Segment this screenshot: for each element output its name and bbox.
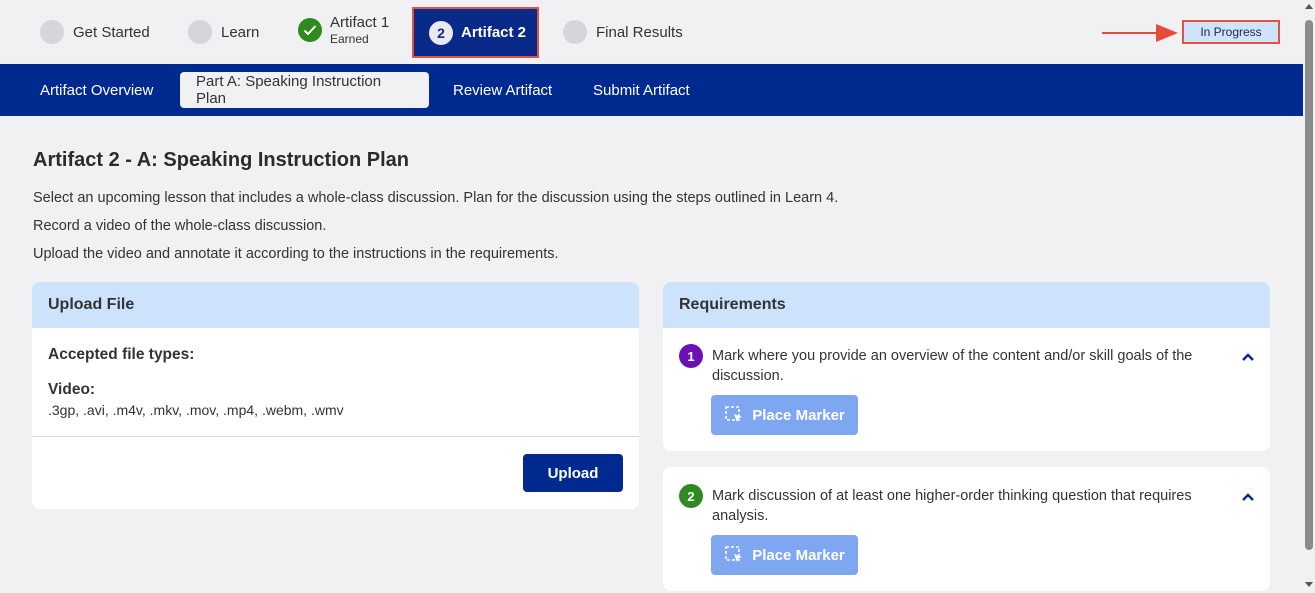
status-badge: In Progress bbox=[1182, 20, 1280, 44]
scroll-thumb[interactable] bbox=[1305, 20, 1313, 550]
tab-artifact-overview[interactable]: Artifact Overview bbox=[24, 72, 169, 108]
video-types-list: .3gp, .avi, .m4v, .mkv, .mov, .mp4, .web… bbox=[48, 402, 344, 418]
step-label: Artifact 2 bbox=[461, 24, 527, 41]
instruction-text: Upload the video and annotate it accordi… bbox=[33, 246, 559, 262]
step-get-started[interactable]: Get Started bbox=[40, 20, 150, 44]
requirement-item: 2 Mark discussion of at least one higher… bbox=[663, 467, 1270, 591]
divider bbox=[32, 436, 639, 437]
requirement-text: Mark where you provide an overview of th… bbox=[712, 348, 1193, 384]
artifact-nav: Artifact Overview Part A: Speaking Instr… bbox=[0, 64, 1303, 116]
place-marker-label: Place Marker bbox=[752, 406, 845, 424]
step-artifact-2[interactable]: 2 Artifact 2 bbox=[412, 7, 539, 58]
place-marker-button[interactable]: Place Marker bbox=[711, 535, 858, 575]
step-circle-icon bbox=[40, 20, 64, 44]
upload-card-header: Upload File bbox=[32, 282, 639, 328]
instruction-text: Record a video of the whole-class discus… bbox=[33, 218, 327, 234]
requirement-text: Mark discussion of at least one higher-o… bbox=[712, 488, 1192, 524]
step-circle-icon bbox=[563, 20, 587, 44]
marker-select-icon bbox=[725, 406, 743, 422]
checkmark-icon bbox=[298, 18, 322, 42]
tab-review-artifact[interactable]: Review Artifact bbox=[437, 72, 568, 108]
marker-select-icon bbox=[725, 546, 743, 562]
requirement-number-badge: 1 bbox=[679, 344, 703, 368]
step-label: Learn bbox=[221, 23, 260, 41]
step-label: Get Started bbox=[73, 23, 150, 41]
step-learn[interactable]: Learn bbox=[188, 20, 259, 44]
arrow-right-icon bbox=[1100, 21, 1180, 45]
requirements-card-header: Requirements bbox=[663, 282, 1270, 328]
tab-part-a[interactable]: Part A: Speaking Instruction Plan bbox=[180, 72, 429, 108]
progress-stepper: Get Started Learn Artifact 1 Earned 2 Ar… bbox=[0, 0, 1303, 64]
upload-file-card: Upload File Accepted file types: Video: … bbox=[32, 282, 639, 509]
instruction-text: Select an upcoming lesson that includes … bbox=[33, 190, 839, 206]
place-marker-label: Place Marker bbox=[752, 546, 845, 564]
step-circle-icon bbox=[188, 20, 212, 44]
step-text: Artifact 1 Earned bbox=[330, 14, 389, 46]
step-artifact-1[interactable]: Artifact 1 Earned bbox=[298, 14, 389, 46]
place-marker-button[interactable]: Place Marker bbox=[711, 395, 858, 435]
step-final-results[interactable]: Final Results bbox=[563, 20, 683, 44]
requirements-card: Requirements 1 Mark where you provide an… bbox=[663, 282, 1270, 451]
step-sublabel: Earned bbox=[330, 32, 369, 46]
step-label: Final Results bbox=[596, 23, 683, 41]
requirement-number-badge: 2 bbox=[679, 484, 703, 508]
upload-button[interactable]: Upload bbox=[523, 454, 623, 492]
step-label: Artifact 1 bbox=[330, 14, 390, 31]
video-types-title: Video: bbox=[48, 381, 96, 398]
tab-submit-artifact[interactable]: Submit Artifact bbox=[577, 72, 706, 108]
step-number-icon: 2 bbox=[429, 20, 453, 45]
page-scrollbar[interactable] bbox=[1303, 0, 1315, 593]
accepted-types-title: Accepted file types: bbox=[48, 346, 195, 363]
chevron-up-icon[interactable] bbox=[1241, 349, 1255, 361]
scroll-down-icon[interactable] bbox=[1305, 582, 1313, 587]
page-title: Artifact 2 - A: Speaking Instruction Pla… bbox=[33, 149, 409, 171]
scroll-up-icon[interactable] bbox=[1305, 4, 1313, 9]
chevron-up-icon[interactable] bbox=[1241, 489, 1255, 501]
